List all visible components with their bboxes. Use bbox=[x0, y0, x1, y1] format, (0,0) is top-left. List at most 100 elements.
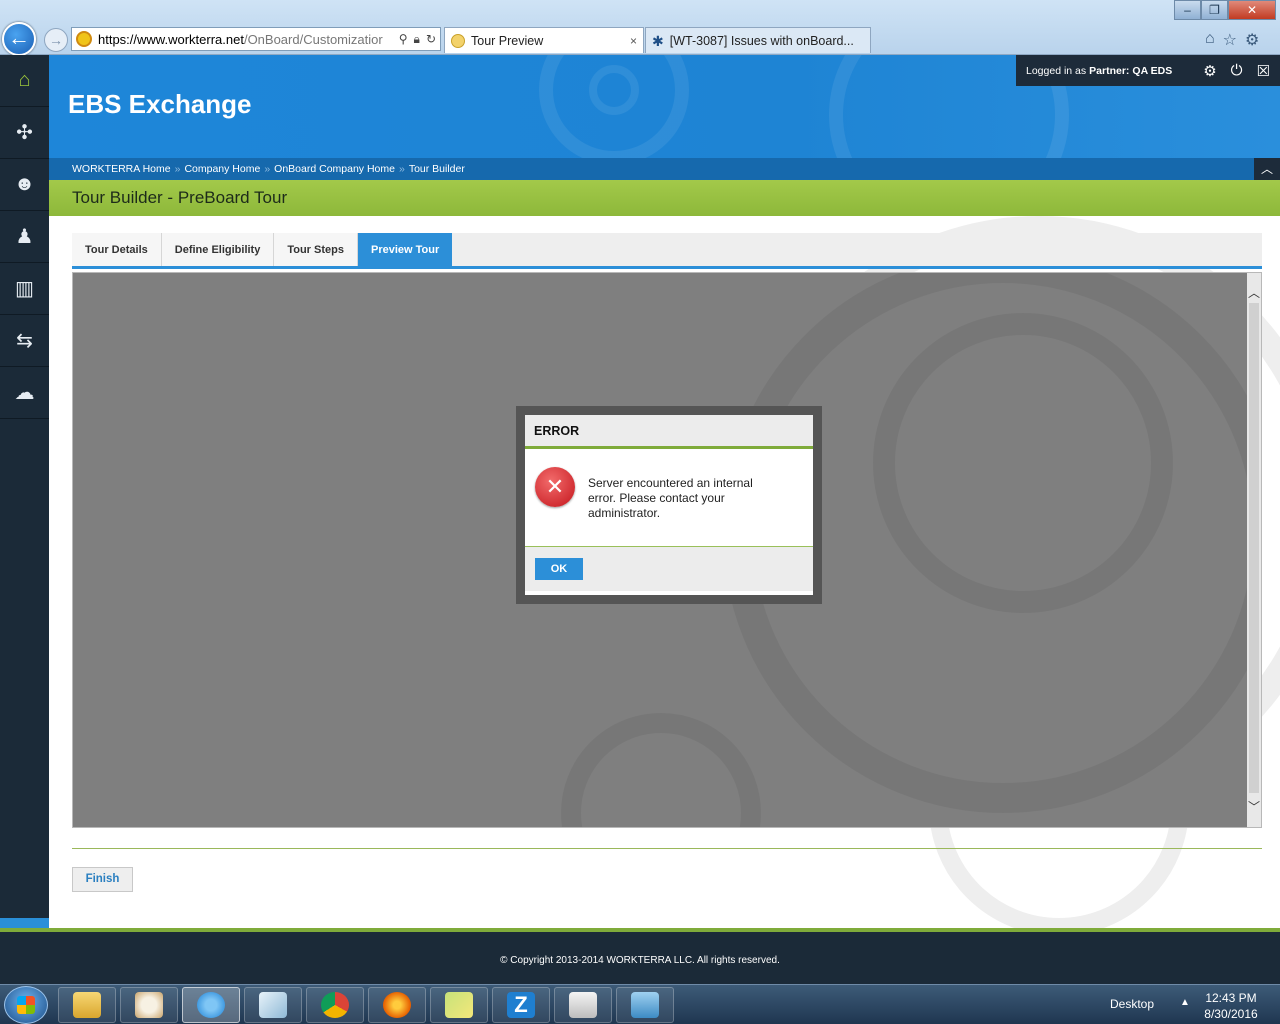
sidebar-bar-chart-icon[interactable]: ▥ bbox=[0, 263, 49, 315]
taskbar-notes[interactable] bbox=[244, 987, 302, 1023]
partner-name: QA EDS bbox=[1132, 64, 1173, 77]
chrome-icon bbox=[321, 992, 349, 1018]
forward-arrow-icon[interactable]: → bbox=[44, 28, 68, 52]
desktop-toolbar-label[interactable]: Desktop bbox=[1110, 997, 1154, 1011]
header-decoration bbox=[589, 65, 639, 115]
divider bbox=[72, 848, 1262, 849]
jira-favicon-icon: ✱ bbox=[652, 32, 664, 49]
error-dialog: ERROR ✕ Server encountered an internal e… bbox=[525, 415, 813, 595]
tab-define-eligibility[interactable]: Define Eligibility bbox=[161, 233, 275, 266]
sidebar-chat-icon[interactable]: ☁ bbox=[0, 367, 49, 419]
lock-icon[interactable]: 🔒︎ bbox=[414, 32, 420, 47]
sidebar-user-icon[interactable]: ♟ bbox=[0, 211, 49, 263]
folder-icon bbox=[73, 992, 101, 1018]
taskbar-paint[interactable] bbox=[120, 987, 178, 1023]
close-tab-icon[interactable]: × bbox=[630, 34, 637, 48]
taskbar-clipboard[interactable] bbox=[554, 987, 612, 1023]
dialog-body: ✕ Server encountered an internal error. … bbox=[525, 449, 813, 547]
home-icon[interactable]: ⌂ bbox=[1205, 30, 1215, 50]
preview-bg-ring bbox=[561, 713, 761, 827]
breadcrumb-link-tour-builder[interactable]: Tour Builder bbox=[409, 163, 465, 175]
tour-builder-tabs: Tour Details Define Eligibility Tour Ste… bbox=[72, 233, 1262, 269]
window-close-button[interactable]: ✕ bbox=[1228, 0, 1276, 20]
error-icon: ✕ bbox=[535, 467, 575, 507]
collapse-header-button[interactable]: ︿ bbox=[1254, 158, 1280, 180]
breadcrumb-separator: » bbox=[264, 163, 271, 175]
partner-label: Partner: bbox=[1089, 64, 1130, 77]
windows-taskbar: Z Desktop ▲ 12:43 PM 8/30/2016 bbox=[0, 984, 1280, 1024]
dialog-footer: OK bbox=[525, 547, 813, 591]
taskbar-chrome[interactable] bbox=[306, 987, 364, 1023]
tab-label: Tour Preview bbox=[471, 33, 544, 48]
window-controls: – ❐ ✕ bbox=[1174, 0, 1276, 20]
app-header: EBS Exchange Logged in as Partner: QA ED… bbox=[49, 55, 1280, 158]
scroll-up-icon[interactable]: ︿ bbox=[1247, 283, 1261, 303]
star-icon[interactable]: ☆ bbox=[1223, 30, 1237, 50]
left-sidebar: ⌂ ✣ ☻ ♟ ▥ ⇆ ☁ bbox=[0, 55, 49, 928]
user-info-bar: Logged in as Partner: QA EDS ⚙ ⏻ ☒ bbox=[1016, 55, 1280, 86]
taskbar-z-app[interactable]: Z bbox=[492, 987, 550, 1023]
sticky-notes-icon bbox=[445, 992, 473, 1018]
sidebar-accent bbox=[0, 918, 49, 928]
taskbar-firefox[interactable] bbox=[368, 987, 426, 1023]
paint-icon bbox=[135, 992, 163, 1018]
address-bar[interactable]: https://www.workterra.net/OnBoard/Custom… bbox=[71, 27, 441, 51]
back-arrow-icon[interactable]: ← bbox=[2, 22, 36, 56]
breadcrumb-link-company-home[interactable]: Company Home bbox=[184, 163, 260, 175]
notes-icon bbox=[259, 992, 287, 1018]
breadcrumb-link-onboard-company-home[interactable]: OnBoard Company Home bbox=[274, 163, 395, 175]
clock-time: 12:43 PM bbox=[1205, 991, 1257, 1005]
tab-tour-details[interactable]: Tour Details bbox=[72, 233, 162, 266]
scroll-down-icon[interactable]: ﹀ bbox=[1247, 797, 1261, 817]
breadcrumb-separator: » bbox=[174, 163, 181, 175]
browser-tab-jira-issue[interactable]: ✱ [WT-3087] Issues with onBoard... bbox=[645, 27, 871, 53]
windows-logo-icon bbox=[17, 996, 35, 1014]
tab-preview-tour[interactable]: Preview Tour bbox=[357, 233, 453, 266]
search-icon[interactable]: ⚲ bbox=[399, 32, 408, 46]
minimize-button[interactable]: – bbox=[1174, 0, 1201, 20]
sidebar-puzzle-icon[interactable]: ✣ bbox=[0, 107, 49, 159]
sidebar-home-icon[interactable]: ⌂ bbox=[0, 55, 49, 107]
start-button[interactable] bbox=[4, 986, 48, 1024]
url-text: https://www.workterra.net/OnBoard/Custom… bbox=[98, 31, 383, 47]
browser-tab-tour-preview[interactable]: Tour Preview × bbox=[444, 27, 644, 53]
finish-button[interactable]: Finish bbox=[72, 867, 133, 892]
power-icon[interactable]: ⏻ bbox=[1231, 62, 1243, 80]
settings-gear-icon[interactable]: ⚙ bbox=[1203, 62, 1216, 80]
close-icon[interactable]: ☒ bbox=[1257, 62, 1270, 80]
page-title: Tour Builder - PreBoard Tour bbox=[49, 180, 1280, 216]
tray-expand-icon[interactable]: ▲ bbox=[1180, 997, 1190, 1008]
error-dialog-frame: ERROR ✕ Server encountered an internal e… bbox=[516, 406, 822, 604]
taskbar-file-explorer[interactable] bbox=[58, 987, 116, 1023]
firefox-icon bbox=[383, 992, 411, 1018]
breadcrumb-link-workterra-home[interactable]: WORKTERRA Home bbox=[72, 163, 171, 175]
page-footer: © Copyright 2013-2014 WORKTERRA LLC. All… bbox=[0, 928, 1280, 984]
dialog-title: ERROR bbox=[525, 415, 813, 449]
scroll-thumb[interactable] bbox=[1249, 303, 1259, 793]
z-app-icon: Z bbox=[507, 992, 535, 1018]
browser-toolbar: ← → https://www.workterra.net/OnBoard/Cu… bbox=[0, 0, 1280, 56]
sidebar-transfer-icon[interactable]: ⇆ bbox=[0, 315, 49, 367]
system-clock[interactable]: 12:43 PM 8/30/2016 bbox=[1196, 990, 1266, 1022]
photo-viewer-icon bbox=[631, 992, 659, 1018]
tab-favicon-icon bbox=[451, 33, 465, 48]
error-message: Server encountered an internal error. Pl… bbox=[588, 476, 753, 520]
breadcrumb-separator: » bbox=[398, 163, 405, 175]
refresh-icon[interactable]: ↻ bbox=[426, 32, 436, 46]
tab-tour-steps[interactable]: Tour Steps bbox=[274, 233, 358, 266]
internet-explorer-icon bbox=[197, 992, 225, 1018]
copyright-text: © Copyright 2013-2014 WORKTERRA LLC. All… bbox=[500, 955, 780, 966]
maximize-button[interactable]: ❐ bbox=[1201, 0, 1228, 20]
breadcrumb: WORKTERRA Home » Company Home » OnBoard … bbox=[49, 158, 1280, 180]
gear-icon[interactable]: ⚙ bbox=[1245, 30, 1259, 50]
taskbar-internet-explorer[interactable] bbox=[182, 987, 240, 1023]
site-title: EBS Exchange bbox=[68, 89, 252, 119]
preview-scrollbar[interactable]: ︿ ﹀ bbox=[1247, 273, 1261, 827]
ok-button[interactable]: OK bbox=[535, 558, 583, 580]
taskbar-photo-viewer[interactable] bbox=[616, 987, 674, 1023]
taskbar-sticky-notes[interactable] bbox=[430, 987, 488, 1023]
browser-tools: ⌂ ☆ ⚙ bbox=[1205, 30, 1259, 50]
sidebar-user-star-icon[interactable]: ☻ bbox=[0, 159, 49, 211]
clipboard-icon bbox=[569, 992, 597, 1018]
preview-bg-ring bbox=[873, 313, 1173, 613]
